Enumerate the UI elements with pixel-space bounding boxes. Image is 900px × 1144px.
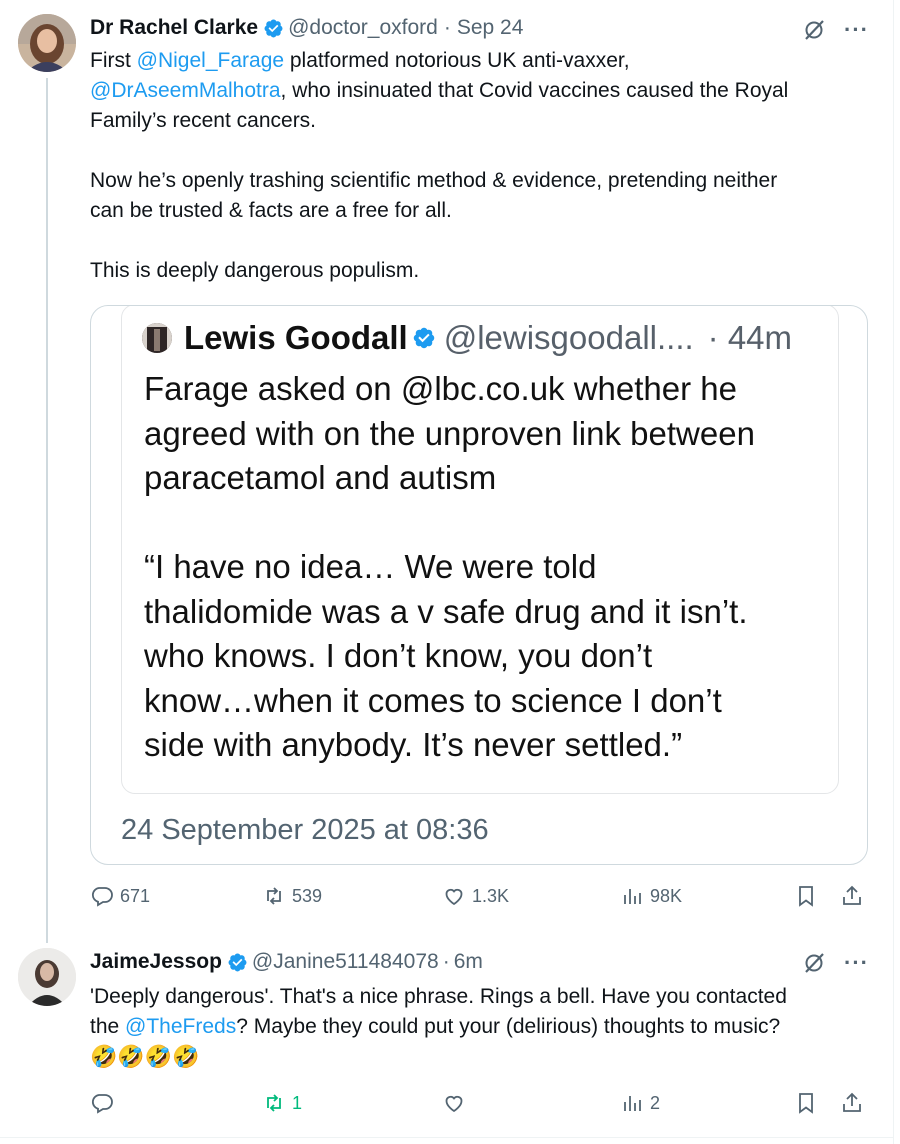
avatar[interactable] <box>18 14 76 72</box>
heart-icon <box>445 888 463 906</box>
verified-badge-icon <box>413 327 434 349</box>
author-name[interactable]: JaimeJessop <box>90 950 222 974</box>
view-count: 2 <box>650 1092 661 1113</box>
reply-button[interactable]: 671 <box>90 884 150 908</box>
reply-time[interactable]: 6m <box>454 950 483 974</box>
bookmark-icon <box>799 1093 813 1114</box>
author-handle[interactable]: @Janine511484078 <box>252 950 439 974</box>
quoted-post-image: Lewis Goodall @lewisgoodall.... · 44m Fa… <box>121 306 839 794</box>
tweet-text: First @Nigel_Farage platformed notorious… <box>90 49 789 282</box>
like-button[interactable] <box>442 1091 472 1115</box>
repost-count: 539 <box>292 885 323 906</box>
quoted-author-name: Lewis Goodall <box>184 319 408 356</box>
reply-text: 'Deeply dangerous'. That's a nice phrase… <box>90 982 880 1072</box>
tweet-date[interactable]: Sep 24 <box>457 16 524 40</box>
more-options-icon[interactable]: ··· <box>844 952 869 974</box>
share-button[interactable] <box>840 884 864 908</box>
views-chart-icon <box>624 889 641 904</box>
repost-button[interactable]: 539 <box>262 884 322 908</box>
quoted-post-timestamp: 24 September 2025 at 08:36 <box>121 814 489 846</box>
like-count: 1.3K <box>472 885 510 906</box>
bookmark-icon <box>799 886 813 907</box>
more-options-icon[interactable]: ··· <box>844 19 869 41</box>
like-button[interactable]: 1.3K <box>442 884 509 908</box>
divider <box>0 1137 894 1138</box>
mention-link[interactable]: @Nigel_Farage <box>137 49 284 72</box>
repost-count: 1 <box>292 1092 303 1113</box>
emoji-row: 🤣🤣🤣🤣 <box>90 1044 200 1069</box>
share-icon <box>843 885 861 905</box>
tweet-header: Dr Rachel Clarke @doctor_oxford · Sep 24 <box>90 16 523 40</box>
grok-icon[interactable] <box>802 951 826 975</box>
quoted-time: · 44m <box>707 319 793 356</box>
share-icon <box>843 1092 861 1112</box>
reply-header: JaimeJessop @Janine511484078 · 6m <box>90 950 483 974</box>
author-handle[interactable]: @doctor_oxford <box>288 16 438 40</box>
reply-icon <box>91 887 113 907</box>
mention-link[interactable]: @DrAseemMalhotra <box>90 79 281 102</box>
grok-icon[interactable] <box>802 18 826 42</box>
reply-action-bar: 1 2 <box>90 1091 866 1121</box>
tweet-action-bar: 671 539 1.3K 98K <box>90 884 866 914</box>
quoted-author-handle: @lewisgoodall.... <box>443 319 694 356</box>
quoted-post-card[interactable]: Lewis Goodall @lewisgoodall.... · 44m Fa… <box>90 305 868 865</box>
views-button[interactable]: 2 <box>620 1091 660 1115</box>
separator-dot: · <box>443 16 451 39</box>
avatar <box>142 323 172 353</box>
bookmark-button[interactable] <box>794 1091 818 1115</box>
repost-button[interactable]: 1 <box>262 1091 302 1115</box>
tweet-header-actions: ··· <box>802 18 869 42</box>
verified-badge-icon <box>228 953 247 971</box>
verified-badge-icon <box>264 19 283 37</box>
quoted-post-text: Farage asked on @lbc.co.uk whether he ag… <box>144 370 755 763</box>
thread-connector <box>46 78 48 943</box>
reply-icon <box>91 1094 113 1114</box>
timeline-border <box>893 0 894 1144</box>
separator-dot: · <box>442 950 450 973</box>
bookmark-button[interactable] <box>794 884 818 908</box>
reply-header-actions: ··· <box>802 951 869 975</box>
share-button[interactable] <box>840 1091 864 1115</box>
repost-icon <box>267 887 281 905</box>
reply-button[interactable] <box>90 1091 120 1115</box>
reply-count: 671 <box>120 885 151 906</box>
heart-icon <box>445 1095 463 1113</box>
views-chart-icon <box>624 1096 641 1111</box>
quoted-post-header: Lewis Goodall @lewisgoodall.... · 44m <box>142 319 792 357</box>
repost-icon <box>267 1094 281 1112</box>
views-button[interactable]: 98K <box>620 884 682 908</box>
mention-link[interactable]: @TheFreds <box>125 1015 236 1038</box>
view-count: 98K <box>650 885 683 906</box>
avatar[interactable] <box>18 948 76 1006</box>
author-name[interactable]: Dr Rachel Clarke <box>90 16 258 40</box>
